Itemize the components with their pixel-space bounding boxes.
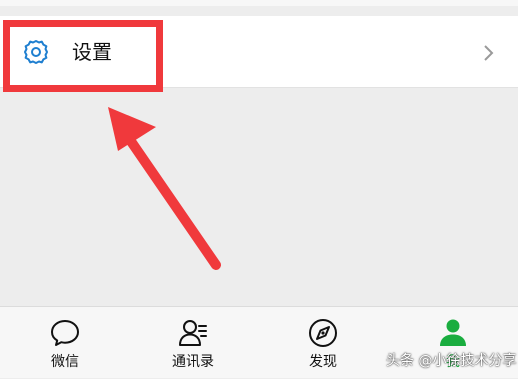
highlight-box: [3, 20, 163, 92]
tab-chats[interactable]: 微信: [15, 307, 115, 379]
chevron-right-icon: [484, 45, 494, 61]
person-icon: [440, 319, 466, 346]
tab-discover[interactable]: 发现: [273, 307, 373, 379]
contacts-icon: [179, 320, 207, 346]
tab-label: 微信: [51, 354, 79, 370]
compass-icon: [309, 319, 337, 347]
red-arrow-annotation: [108, 107, 221, 270]
tab-label: 发现: [309, 354, 337, 370]
watermark: 头条 @小徐技术分享: [386, 353, 517, 369]
chat-bubble-icon: [51, 320, 79, 346]
tab-label: 通讯录: [172, 354, 214, 370]
top-strip: [0, 0, 518, 16]
tab-contacts[interactable]: 通讯录: [143, 307, 243, 379]
